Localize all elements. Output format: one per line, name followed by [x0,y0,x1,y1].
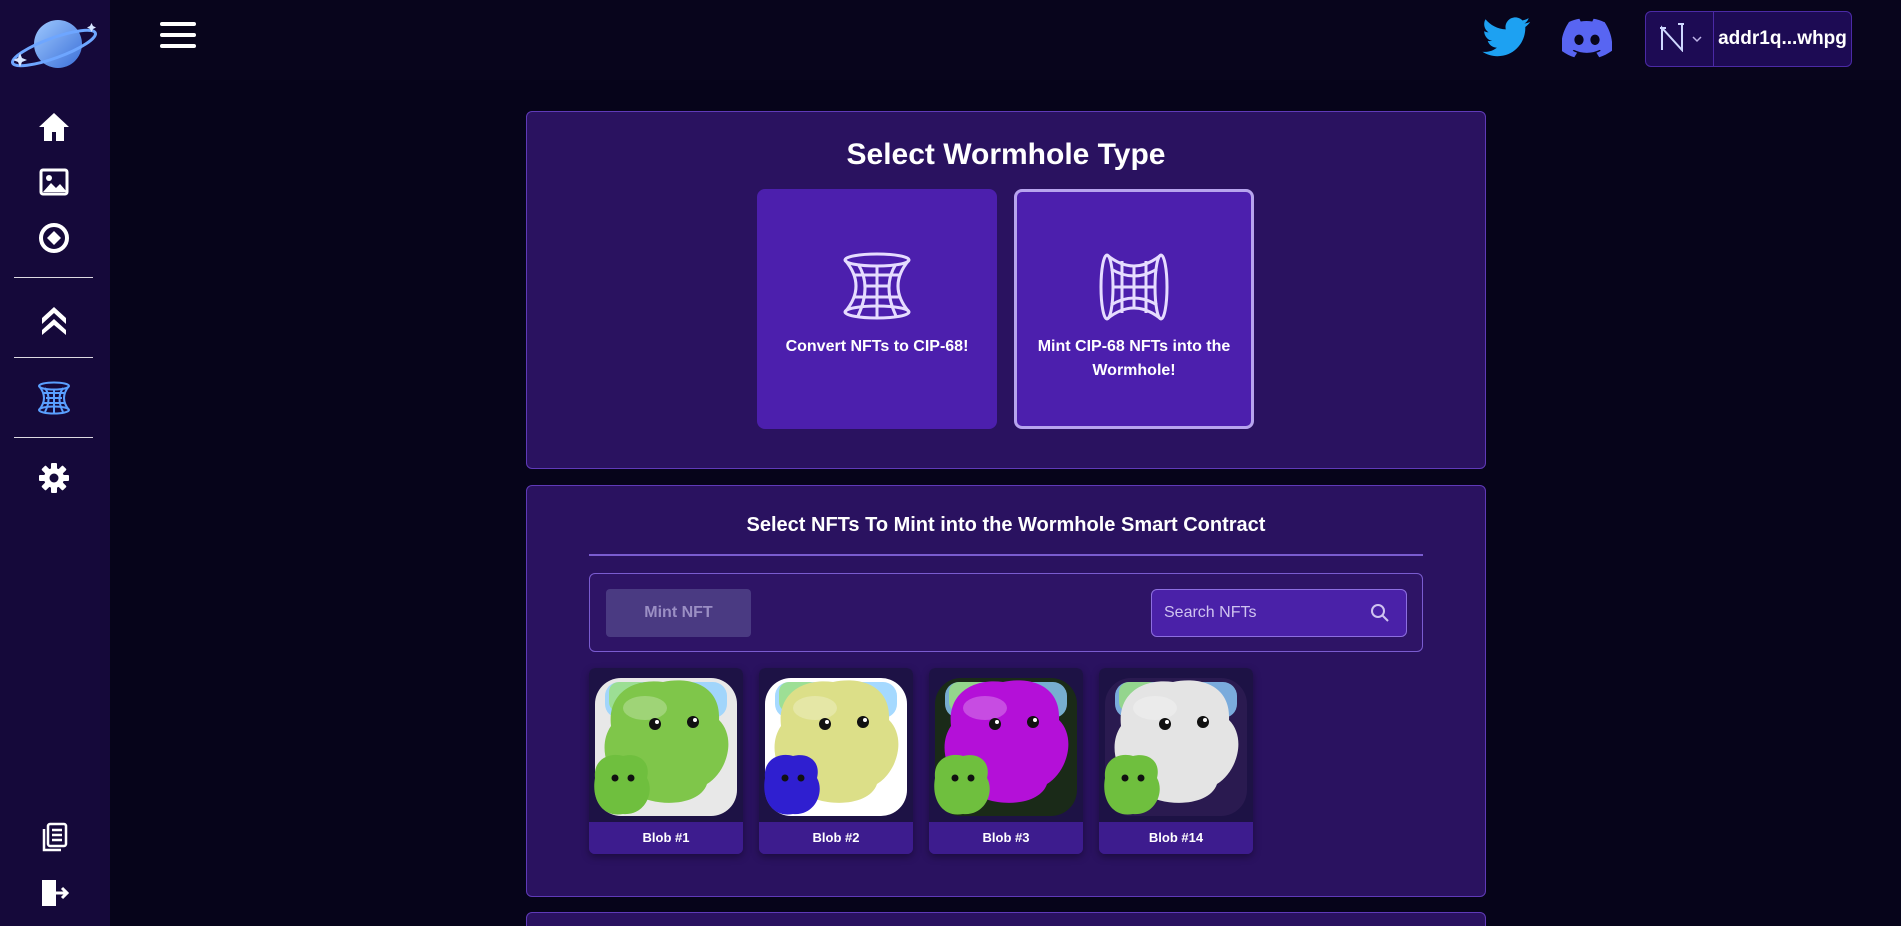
hamburger-menu-icon[interactable] [160,22,196,54]
home-icon[interactable] [36,109,72,145]
wormhole-icon [842,251,912,326]
sidebar-divider [14,357,93,358]
nft-card-label: Blob #2 [759,822,913,854]
chevrons-up-icon[interactable] [36,300,72,336]
nft-card[interactable]: Blob #14 [1099,668,1253,854]
nft-image [759,668,913,822]
wormhole-icon[interactable] [36,380,72,416]
section-divider [589,554,1423,556]
nft-image [929,668,1083,822]
nft-image [589,668,743,822]
nft-selection-panel: Select NFTs To Mint into the Wormhole Sm… [526,485,1486,897]
nft-toolbar: Mint NFT [589,573,1423,652]
planet-logo-icon[interactable] [8,14,100,74]
documents-icon[interactable] [36,820,72,856]
topbar: addr1q...whpg [110,0,1901,80]
compass-icon[interactable] [36,220,72,256]
app-root: addr1q...whpg Select Wormhole Type Conve… [0,0,1901,926]
wallet-address: addr1q...whpg [1718,28,1847,49]
wormhole-tunnel-icon [1098,251,1170,328]
discord-icon[interactable] [1561,16,1613,60]
sidebar-divider [14,437,93,438]
mint-nft-button[interactable]: Mint NFT [606,589,751,637]
mint-cip68-option[interactable]: Mint CIP-68 NFTs into the Wormhole! [1014,189,1254,429]
nft-card-label: Blob #14 [1099,822,1253,854]
wallet-logo-icon [1658,22,1686,57]
nft-image [1099,668,1253,822]
twitter-icon[interactable] [1482,16,1532,60]
convert-nft-option[interactable]: Convert NFTs to CIP-68! [757,189,997,429]
search-box [1151,589,1407,637]
search-icon[interactable] [1370,603,1390,628]
convert-nft-label: Convert NFTs to CIP-68! [785,338,969,355]
wallet-button[interactable]: addr1q...whpg [1645,11,1852,67]
mint-cip68-label: Mint CIP-68 NFTs into the Wormhole! [1037,338,1231,379]
wallet-provider-selector[interactable] [1646,12,1714,66]
wormhole-type-panel: Select Wormhole Type Convert NFTs to CIP… [526,111,1486,469]
logout-icon[interactable] [36,875,72,911]
sidebar-divider [14,277,93,278]
gear-icon[interactable] [36,460,72,496]
page-title: Select Wormhole Type [846,138,1166,171]
chevron-down-icon [1691,30,1702,48]
search-input[interactable] [1164,604,1354,622]
nft-card-label: Blob #1 [589,822,743,854]
nft-card[interactable]: Blob #2 [759,668,913,854]
section-title: Select NFTs To Mint into the Wormhole Sm… [746,514,1266,536]
image-icon[interactable] [36,164,72,200]
nft-card[interactable]: Blob #1 [589,668,743,854]
nft-card[interactable]: Blob #3 [929,668,1083,854]
sidebar [0,0,110,926]
next-panel [526,912,1486,926]
nft-card-label: Blob #3 [929,822,1083,854]
